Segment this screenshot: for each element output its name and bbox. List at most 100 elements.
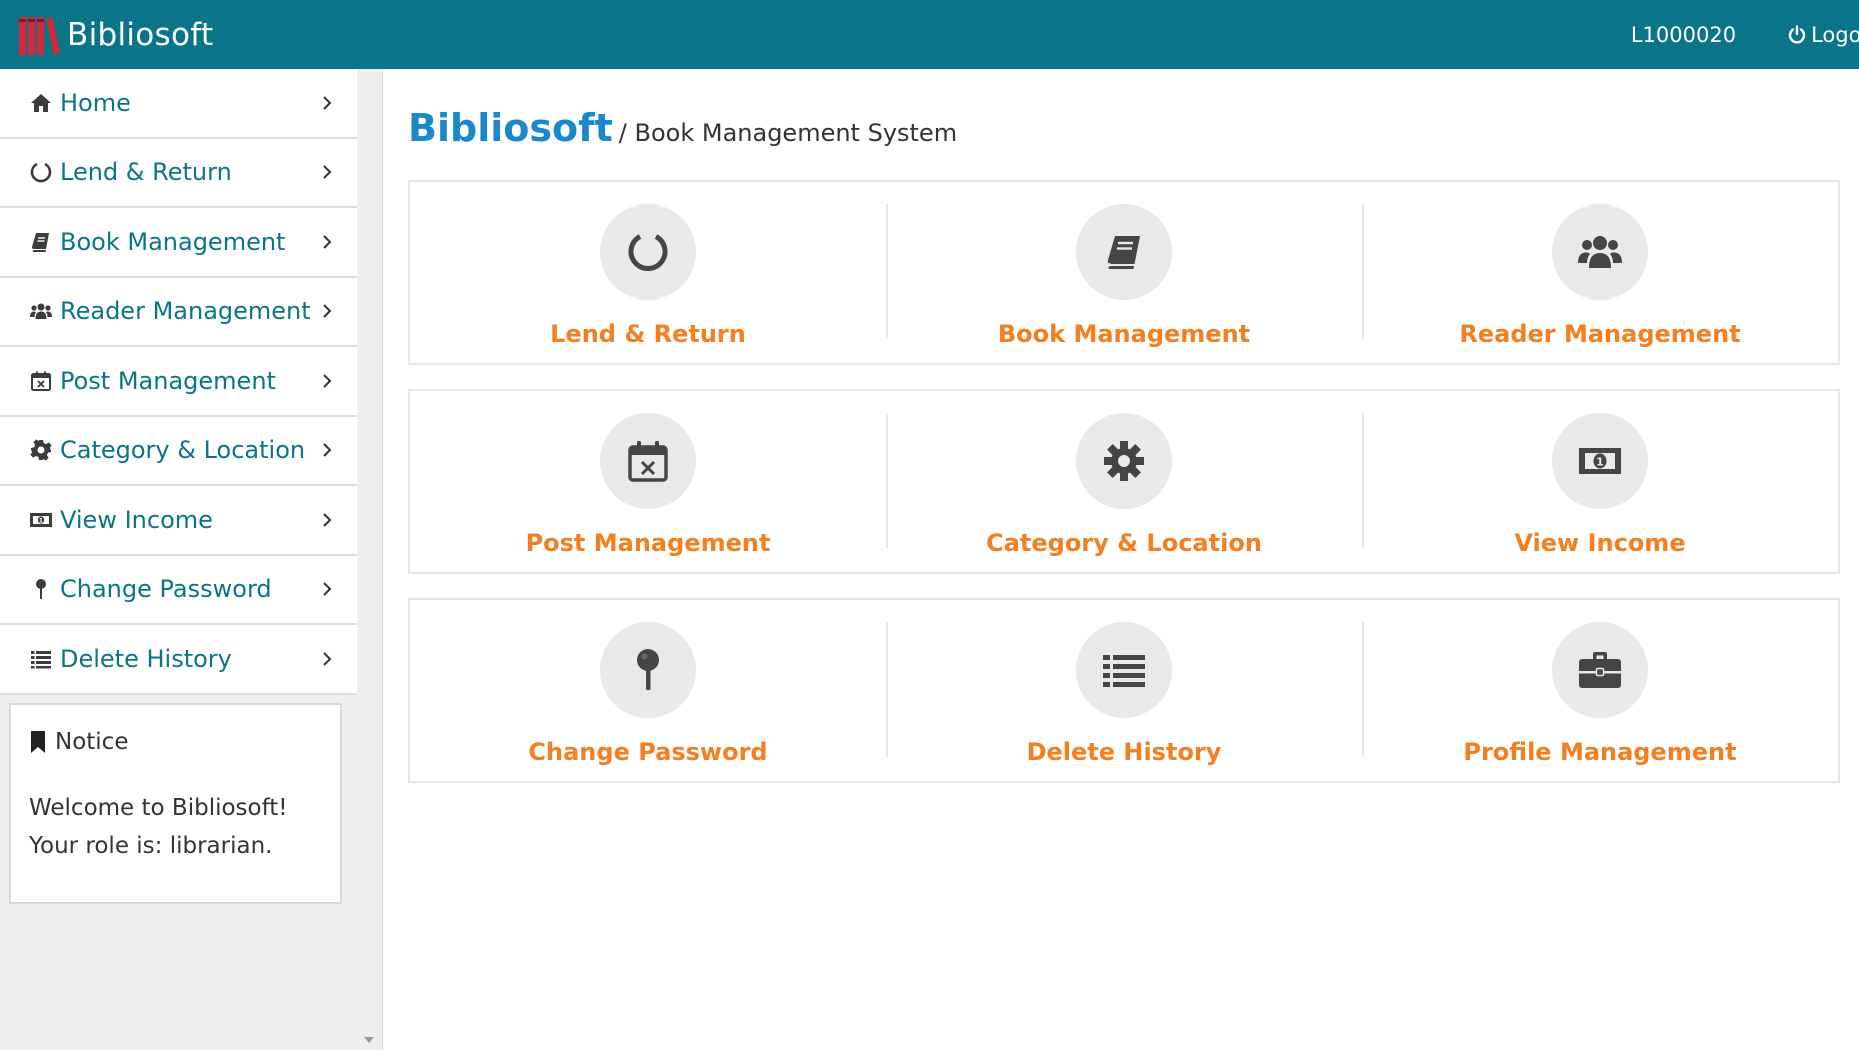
tile-label: Book Management: [997, 320, 1251, 348]
chevron-right-icon: [323, 513, 332, 527]
tile-icon-circle: [600, 622, 696, 718]
chevron-right-icon: [323, 304, 332, 318]
brand[interactable]: Bibliosoft: [17, 0, 213, 69]
tile-row: Post Management Category & Location 1 Vi…: [408, 389, 1840, 574]
svg-text:1: 1: [1596, 456, 1604, 469]
tile-category-location[interactable]: Category & Location: [886, 391, 1362, 572]
sidebar-item-label: Book Management: [60, 227, 286, 256]
sidebar-item-label: Home: [60, 88, 131, 117]
tile-icon-circle: [600, 413, 696, 509]
notice-welcome-text: Welcome to Bibliosoft!: [29, 795, 288, 821]
chevron-right-icon: [323, 374, 332, 388]
tile-icon-circle: [600, 204, 696, 300]
tile-row: Change Password Delete History Profile M…: [408, 598, 1840, 783]
calendar-x-icon: [31, 371, 51, 391]
tile-row: Lend & Return Book Management Reader Man…: [408, 180, 1840, 365]
chevron-right-icon: [323, 652, 332, 666]
notice-role-text: Your role is: librarian.: [29, 833, 273, 859]
circle-notch-icon: [628, 234, 668, 271]
sidebar-item-category-location[interactable]: Category & Location: [0, 416, 357, 486]
sidebar-item-label: Post Management: [60, 366, 276, 395]
brand-name: Bibliosoft: [67, 16, 214, 53]
user-id[interactable]: L1000020: [1631, 23, 1736, 47]
logout-label: Logout: [1811, 22, 1859, 47]
tile-view-income[interactable]: 1 View Income: [1362, 391, 1838, 572]
tile-icon-circle: [1076, 622, 1172, 718]
map-pin-icon: [637, 649, 659, 690]
chevron-right-icon: [323, 96, 332, 110]
users-icon: [1578, 236, 1622, 268]
power-icon: [1788, 24, 1806, 43]
scroll-down-arrow-icon[interactable]: [363, 1036, 375, 1044]
tile-profile-management[interactable]: Profile Management: [1362, 600, 1838, 781]
tile-icon-circle: 1: [1552, 413, 1648, 509]
top-navbar: Bibliosoft L1000020 Logout: [0, 0, 1859, 69]
tile-label: Reader Management: [1459, 320, 1741, 348]
notice-header: Notice: [29, 729, 322, 755]
sidebar-item-book-management[interactable]: Book Management: [0, 208, 357, 278]
sidebar-item-home[interactable]: Home: [0, 69, 357, 139]
page-header: Bibliosoft / Book Management System: [408, 106, 957, 150]
tile-label: Category & Location: [986, 529, 1262, 557]
list-icon: [1103, 655, 1145, 687]
logout-button[interactable]: Logout: [1787, 23, 1859, 47]
page-subtitle: / Book Management System: [618, 119, 958, 147]
page-title: Bibliosoft: [408, 106, 613, 150]
notice-panel: Notice Welcome to Bibliosoft! Your role …: [9, 703, 342, 904]
svg-text:1: 1: [39, 517, 43, 524]
tile-change-password[interactable]: Change Password: [410, 600, 886, 781]
tile-label: View Income: [1514, 529, 1686, 557]
tile-icon-circle: [1552, 622, 1648, 718]
map-pin-icon: [36, 579, 46, 600]
users-icon: [30, 303, 52, 320]
list-icon: [31, 650, 51, 669]
sidebar-item-delete-history[interactable]: Delete History: [0, 625, 357, 695]
chevron-right-icon: [323, 165, 332, 179]
money-bill-icon: 1: [1579, 448, 1621, 474]
sidebar-item-view-income[interactable]: 1 View Income: [0, 486, 357, 556]
sidebar-item-label: Change Password: [60, 575, 272, 604]
notice-title: Notice: [55, 729, 129, 755]
chevron-right-icon: [323, 235, 332, 249]
chevron-right-icon: [323, 582, 332, 596]
tile-icon-circle: [1552, 204, 1648, 300]
tile-label: Change Password: [528, 738, 768, 766]
sidebar-item-label: Delete History: [60, 644, 232, 673]
sidebar-item-reader-management[interactable]: Reader Management: [0, 277, 357, 347]
nav-right: L1000020 Logout: [1631, 0, 1859, 69]
tile-reader-management[interactable]: Reader Management: [1362, 182, 1838, 363]
sidebar-item-post-management[interactable]: Post Management: [0, 347, 357, 417]
sidebar-item-label: View Income: [60, 505, 213, 534]
home-icon: [31, 93, 51, 112]
gear-icon: [1104, 441, 1144, 481]
sidebar-item-lend-return[interactable]: Lend & Return: [0, 138, 357, 208]
gear-icon: [30, 439, 52, 461]
sidebar-item-change-password[interactable]: Change Password: [0, 555, 357, 625]
sidebar-item-label: Reader Management: [60, 297, 311, 326]
money-bill-icon: 1: [30, 512, 52, 527]
calendar-x-icon: [628, 441, 668, 482]
book-icon: [32, 232, 49, 252]
tile-book-management[interactable]: Book Management: [886, 182, 1362, 363]
main-content: Bibliosoft / Book Management System Lend…: [384, 69, 1859, 1050]
circle-notch-icon: [30, 163, 52, 183]
tile-lend-return[interactable]: Lend & Return: [410, 182, 886, 363]
sidebar-item-label: Lend & Return: [60, 158, 232, 187]
sidebar-item-label: Category & Location: [60, 436, 306, 465]
sidebar-menu: Home Lend & Return Book Management Reade…: [0, 69, 357, 695]
book-icon: [1107, 236, 1140, 269]
tile-icon-circle: [1076, 204, 1172, 300]
tile-label: Post Management: [525, 529, 771, 557]
sidebar: Home Lend & Return Book Management Reade…: [0, 69, 383, 1050]
tile-label: Delete History: [1026, 738, 1222, 766]
briefcase-icon: [1579, 652, 1621, 688]
chevron-right-icon: [323, 443, 332, 457]
tile-icon-circle: [1076, 413, 1172, 509]
tile-label: Profile Management: [1463, 738, 1737, 766]
tile-post-management[interactable]: Post Management: [410, 391, 886, 572]
books-logo-icon: [19, 16, 60, 55]
notice-body: Welcome to Bibliosoft! Your role is: lib…: [29, 789, 322, 865]
bookmark-icon: [31, 731, 45, 753]
tile-label: Lend & Return: [550, 320, 746, 348]
tile-delete-history[interactable]: Delete History: [886, 600, 1362, 781]
